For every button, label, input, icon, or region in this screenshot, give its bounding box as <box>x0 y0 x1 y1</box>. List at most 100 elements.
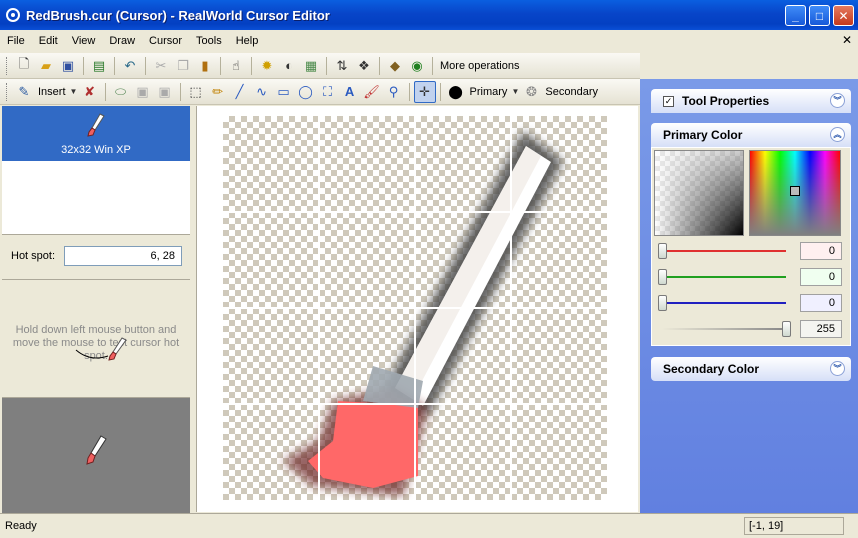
primary-color-button[interactable]: Primary <box>467 86 511 98</box>
toolbar-grip[interactable] <box>6 82 9 101</box>
toolbar-separator <box>326 56 327 75</box>
menu-view[interactable]: View <box>65 30 103 52</box>
contrast-icon[interactable]: ◐ <box>278 55 300 77</box>
frame-item-selected[interactable]: 32x32 Win XP <box>2 106 190 161</box>
open-folder-icon[interactable]: ▰ <box>35 55 57 77</box>
more-operations-button[interactable]: More operations <box>437 60 523 72</box>
tool-properties-check-icon: ✓ <box>663 95 674 107</box>
alpha-value-field[interactable]: 255 <box>800 320 842 338</box>
color-picker-icon[interactable]: ⚲ <box>383 81 405 103</box>
menu-draw[interactable]: Draw <box>102 30 142 52</box>
secondary-color-title: Secondary Color <box>663 362 760 376</box>
toolbar-separator <box>379 56 380 75</box>
flip-icon[interactable]: ⇅ <box>331 55 353 77</box>
document-close-icon[interactable]: ✕ <box>842 33 852 47</box>
secondary-color-header[interactable]: Secondary Color ︾ <box>651 357 851 381</box>
red-slider-thumb[interactable] <box>658 243 667 259</box>
minimize-button[interactable]: _ <box>785 5 806 26</box>
title-bar[interactable]: RedBrush.cur (Cursor) - RealWorld Cursor… <box>0 0 858 30</box>
hue-marker[interactable] <box>790 186 800 196</box>
menu-tools[interactable]: Tools <box>189 30 229 52</box>
insert-dropdown-icon[interactable]: ▼ <box>69 81 79 103</box>
right-panel: ✓ Tool Properties ︾ Primary Color ︽ 0 0 <box>640 79 858 513</box>
alpha-slider-thumb[interactable] <box>782 321 791 337</box>
delete-frame-icon[interactable]: ✘ <box>79 81 101 103</box>
expand-chevron-icon[interactable]: ︾ <box>830 361 845 376</box>
saturation-picker[interactable] <box>654 150 744 236</box>
grid-line-h3 <box>223 403 607 405</box>
grid-line-h2 <box>223 307 607 309</box>
pixel-canvas[interactable] <box>223 116 607 500</box>
blue-slider-track[interactable] <box>662 302 786 304</box>
primary-color-panel: 0 0 0 255 <box>651 147 851 346</box>
status-text: Ready <box>5 520 37 532</box>
hotspot-test-area[interactable]: Hold down left mouse button and move the… <box>2 280 190 398</box>
hotspot-section: Hot spot: 6, 28 <box>2 234 190 280</box>
blue-value-field[interactable]: 0 <box>800 294 842 312</box>
toolbar-separator <box>251 56 252 75</box>
alpha-slider-track[interactable] <box>662 328 786 330</box>
green-slider-row: 0 <box>658 267 844 287</box>
menu-file[interactable]: File <box>0 30 32 52</box>
secondary-color-button[interactable]: Secondary <box>542 86 601 98</box>
collapse-chevron-icon[interactable]: ︽ <box>830 127 845 142</box>
undo-icon[interactable]: ↶ <box>119 55 141 77</box>
insert-icon[interactable]: ✎ <box>13 81 35 103</box>
paste-icon[interactable]: ▮ <box>194 55 216 77</box>
app-logo-icon <box>6 8 20 22</box>
select-hand-icon[interactable]: ☝ <box>225 55 247 77</box>
menu-help[interactable]: Help <box>229 30 266 52</box>
eraser-icon[interactable]: ◆ <box>384 55 406 77</box>
ellipse-icon[interactable]: ◯ <box>295 81 317 103</box>
gradient-icon[interactable]: ▦ <box>300 55 322 77</box>
brightness-icon[interactable]: ✹ <box>256 55 278 77</box>
primary-dropdown-icon[interactable]: ▼ <box>510 81 520 103</box>
hotspot-input[interactable]: 6, 28 <box>64 246 182 266</box>
expand-chevron-icon[interactable]: ︾ <box>830 93 845 108</box>
pencil-icon[interactable]: ✏ <box>207 81 229 103</box>
green-value-field[interactable]: 0 <box>800 268 842 286</box>
red-value-field[interactable]: 0 <box>800 242 842 260</box>
frame-list[interactable]: 32x32 Win XP <box>2 106 190 234</box>
hue-picker[interactable] <box>749 150 841 236</box>
frame-stack-icon[interactable]: ▣ <box>132 81 154 103</box>
text-icon[interactable]: A <box>339 81 361 103</box>
save-all-icon[interactable]: ▤ <box>88 55 110 77</box>
drop-shadow-icon[interactable]: ◉ <box>406 55 428 77</box>
new-file-icon[interactable]: 🗋 <box>13 55 35 77</box>
effects-icon[interactable]: ❖ <box>353 55 375 77</box>
tool-properties-header[interactable]: ✓ Tool Properties ︾ <box>651 89 851 113</box>
primary-color-icon[interactable]: ⬤ <box>445 81 467 103</box>
rect-select-icon[interactable]: ⬚ <box>185 81 207 103</box>
cursor-preview <box>2 398 190 513</box>
secondary-color-icon[interactable]: ❂ <box>520 81 542 103</box>
maximize-button[interactable]: □ <box>809 5 830 26</box>
brush-tool-icon[interactable]: 🖌 <box>361 81 383 103</box>
red-slider-row: 0 <box>658 241 844 261</box>
curve-icon[interactable]: ∿ <box>251 81 273 103</box>
primary-color-header[interactable]: Primary Color ︽ <box>651 123 851 147</box>
insert-button[interactable]: Insert <box>35 86 69 98</box>
draw-toolbar: ✎ Insert ▼ ✘ ⬭ ▣ ▣ ⬚ ✏ ╱ ∿ ▭ ◯ ⛶ A 🖌 ⚲ ✛… <box>0 79 640 105</box>
green-slider-track[interactable] <box>662 276 786 278</box>
line-icon[interactable]: ╱ <box>229 81 251 103</box>
close-button[interactable]: ✕ <box>833 5 854 26</box>
green-slider-thumb[interactable] <box>658 269 667 285</box>
menu-cursor[interactable]: Cursor <box>142 30 189 52</box>
blue-slider-thumb[interactable] <box>658 295 667 311</box>
alpha-slider-row: 255 <box>658 319 844 339</box>
copy-icon[interactable]: ❐ <box>172 55 194 77</box>
frame-copy-icon[interactable]: ⬭ <box>110 81 132 103</box>
toolbar-grip[interactable] <box>6 56 9 75</box>
cut-icon[interactable]: ✂ <box>150 55 172 77</box>
fill-icon[interactable]: ⛶ <box>317 81 339 103</box>
menu-edit[interactable]: Edit <box>32 30 65 52</box>
red-slider-track[interactable] <box>662 250 786 252</box>
rectangle-icon[interactable]: ▭ <box>273 81 295 103</box>
frame-stack2-icon[interactable]: ▣ <box>154 81 176 103</box>
hotspot-tool-icon[interactable]: ✛ <box>413 80 436 103</box>
save-icon[interactable]: ▣ <box>57 55 79 77</box>
menu-bar: File Edit View Draw Cursor Tools Help <box>0 30 858 52</box>
canvas-area <box>196 106 638 512</box>
frame-label: 32x32 Win XP <box>61 144 131 156</box>
